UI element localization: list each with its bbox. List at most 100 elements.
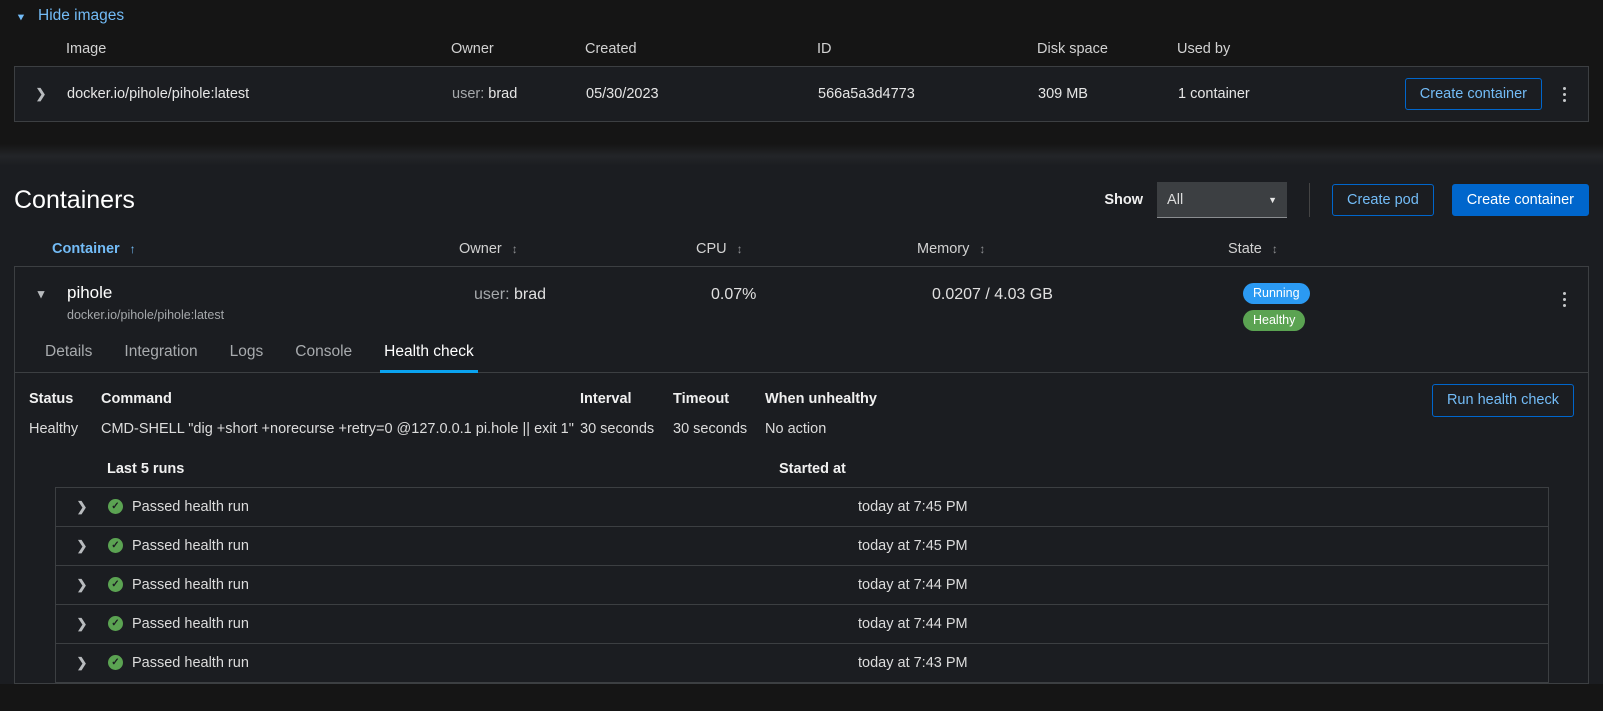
images-col-id: ID [817,41,1037,57]
run-status: ✓ Passed health run [108,655,858,671]
container-owner-value: brad [514,286,546,303]
run-started-at: today at 7:45 PM [858,538,968,554]
images-col-image: Image [66,41,451,57]
sort-icon[interactable]: ↕ [512,243,518,255]
kebab-menu-icon[interactable] [1548,283,1580,315]
runs-table: ❯ ✓ Passed health run today at 7:45 PM ❯… [55,487,1549,683]
section-separator [0,144,1603,166]
check-circle-icon: ✓ [108,616,123,631]
container-memory: 0.0207 / 4.03 GB [932,283,1243,304]
sort-icon[interactable]: ↕ [737,243,743,255]
check-circle-icon: ✓ [108,538,123,553]
container-name: pihole [67,283,474,303]
check-circle-icon: ✓ [108,499,123,514]
health-check-panel: Status Command Interval Timeout When unh… [15,373,1588,683]
show-filter-value: All [1167,192,1183,208]
container-detail-tabs: Details Integration Logs Console Health … [15,331,1588,373]
table-row[interactable]: ❯ docker.io/pihole/pihole:latest user: b… [15,67,1588,121]
image-owner: user: brad [452,86,586,102]
hc-value-interval: 30 seconds [580,421,673,437]
run-status: ✓ Passed health run [108,499,858,515]
hc-value-command: CMD-SHELL "dig +short +norecurse +retry=… [101,421,580,437]
tab-logs[interactable]: Logs [214,343,280,372]
chevron-right-icon[interactable]: ❯ [56,616,108,632]
chevron-right-icon[interactable]: ❯ [15,86,67,102]
sort-icon[interactable]: ↕ [979,243,985,255]
container-owner-prefix: user: [474,286,510,303]
chevron-right-icon[interactable]: ❯ [56,655,108,671]
containers-section: Containers Show All ▼ Create pod Create … [0,166,1603,684]
table-row[interactable]: ❯ ✓ Passed health run today at 7:45 PM [56,527,1548,566]
health-check-header-row: Status Command Interval Timeout When unh… [29,391,1574,407]
hide-images-link[interactable]: Hide images [38,7,124,25]
run-status-label: Passed health run [132,538,249,554]
tab-health-check[interactable]: Health check [368,343,490,372]
table-row[interactable]: ▾ pihole docker.io/pihole/pihole:latest … [15,267,1588,331]
table-row[interactable]: ❯ ✓ Passed health run today at 7:45 PM [56,488,1548,527]
hc-value-timeout: 30 seconds [673,421,765,437]
runs-header-started-at: Started at [779,461,846,477]
tab-details[interactable]: Details [29,343,108,372]
sort-asc-icon[interactable]: ↑ [130,243,136,255]
check-circle-icon: ✓ [108,577,123,592]
containers-table-header: Container ↑ Owner ↕ CPU ↕ Memory ↕ State… [0,232,1603,266]
images-col-owner: Owner [451,41,585,57]
chevron-down-icon[interactable]: ▾ [15,283,67,302]
image-owner-prefix: user: [452,86,484,102]
table-row[interactable]: ❯ ✓ Passed health run today at 7:43 PM [56,644,1548,683]
hc-value-status: Healthy [29,421,101,437]
kebab-menu-icon[interactable] [1548,78,1580,110]
image-used-by: 1 container [1178,86,1338,102]
run-started-at: today at 7:44 PM [858,577,968,593]
container-identity: pihole docker.io/pihole/pihole:latest [67,283,474,322]
images-section-spacer [0,122,1603,144]
run-status-label: Passed health run [132,655,249,671]
table-row[interactable]: ❯ ✓ Passed health run today at 7:44 PM [56,605,1548,644]
hc-header-when-unhealthy: When unhealthy [765,391,965,407]
check-circle-icon: ✓ [108,655,123,670]
hide-images-toggle-row[interactable]: ▾ Hide images [0,0,1603,32]
chevron-right-icon[interactable]: ❯ [56,499,108,515]
create-container-button[interactable]: Create container [1405,78,1542,111]
tab-console[interactable]: Console [279,343,368,372]
chevron-down-icon[interactable]: ▾ [14,10,28,22]
status-badge-running: Running [1243,283,1310,304]
run-status-label: Passed health run [132,577,249,593]
col-header-memory-label: Memory [917,241,969,257]
container-image: docker.io/pihole/pihole:latest [67,308,474,322]
hc-header-status: Status [29,391,101,407]
col-header-state[interactable]: State ↕ [1228,241,1603,257]
col-header-container[interactable]: Container ↑ [52,241,459,257]
col-header-cpu-label: CPU [696,241,727,257]
runs-header-label: Last 5 runs [29,461,779,477]
table-row[interactable]: ❯ ✓ Passed health run today at 7:44 PM [56,566,1548,605]
create-pod-button[interactable]: Create pod [1332,184,1434,217]
run-health-check-button[interactable]: Run health check [1432,384,1574,417]
image-row-actions: Create container [1338,78,1588,111]
images-section: ▾ Hide images Image Owner Created ID Dis… [0,0,1603,144]
hc-header-interval: Interval [580,391,673,407]
col-header-owner[interactable]: Owner ↕ [459,241,696,257]
image-id: 566a5a3d4773 [818,86,1038,102]
container-cpu: 0.07% [711,283,932,304]
images-table-wrap: Image Owner Created ID Disk space Used b… [0,32,1603,122]
col-header-container-label: Container [52,241,120,257]
col-header-cpu[interactable]: CPU ↕ [696,241,917,257]
show-filter-select[interactable]: All ▼ [1157,182,1287,218]
container-state: Running Healthy [1243,283,1548,331]
container-card: ▾ pihole docker.io/pihole/pihole:latest … [14,266,1589,684]
chevron-down-icon: ▼ [1268,195,1277,205]
chevron-right-icon[interactable]: ❯ [56,538,108,554]
run-status-label: Passed health run [132,499,249,515]
col-header-memory[interactable]: Memory ↕ [917,241,1228,257]
status-badge-healthy: Healthy [1243,310,1305,331]
images-col-disk: Disk space [1037,41,1177,57]
images-col-usedby: Used by [1177,41,1337,57]
image-name: docker.io/pihole/pihole:latest [67,86,452,102]
sort-icon[interactable]: ↕ [1272,243,1278,255]
hc-header-command: Command [101,391,580,407]
chevron-right-icon[interactable]: ❯ [56,577,108,593]
tab-integration[interactable]: Integration [108,343,213,372]
create-container-button-primary[interactable]: Create container [1452,184,1589,217]
col-header-owner-label: Owner [459,241,502,257]
